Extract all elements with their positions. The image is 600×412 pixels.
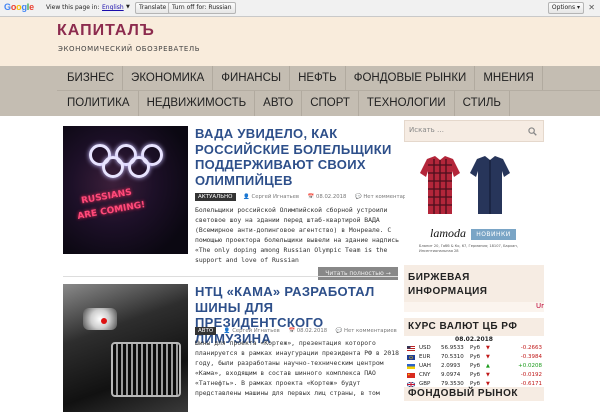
post-excerpt: Болельщики российской Олимпийской сборно…	[195, 206, 399, 264]
category-badge[interactable]: АВТО	[195, 327, 217, 335]
search-input[interactable]: Искать …	[409, 126, 444, 134]
post-meta: АКТУАЛЬНО 👤 Сергей Игнатьев 📅 08.02.2018…	[195, 193, 416, 201]
post-author[interactable]: Сергей Игнатьев	[232, 328, 280, 334]
language-select[interactable]: English	[102, 4, 124, 11]
olympic-rings-image	[89, 144, 169, 184]
nav-item-oil[interactable]: НЕФТЬ	[290, 66, 346, 90]
car-headlight-image	[83, 308, 117, 330]
user-icon: 👤	[243, 194, 250, 200]
turn-off-button[interactable]: Turn off for: Russian	[168, 2, 236, 14]
nav-item-finance[interactable]: ФИНАНСЫ	[213, 66, 291, 90]
sidebar: Искать … lamoda НОВИНКИ Бланит 20, Габб …	[404, 116, 544, 401]
currency-row: EUR 70.5310 Руб ▼ -0.3984	[404, 353, 544, 362]
translate-bar: Google View this page in: English ▼ Tran…	[0, 0, 600, 17]
post-title[interactable]: ВАДА УВИДЕЛО, КАК РОССИЙСКИЕ БОЛЕЛЬЩИКИ …	[195, 126, 400, 188]
car-grille-image	[111, 342, 181, 397]
post-author[interactable]: Сергей Игнатьев	[252, 194, 300, 200]
lamoda-ad-banner[interactable]: lamoda НОВИНКИ Бланит 20, Габб & Ко, 67,…	[405, 147, 535, 265]
currency-row: USD 56.9533 Руб ▼ -0.2663	[404, 344, 544, 353]
google-logo: Google	[4, 2, 34, 12]
user-icon: 👤	[223, 328, 231, 334]
post-date: 08.02.2018	[316, 194, 347, 200]
eu-flag-icon	[407, 355, 415, 360]
nav-item-business[interactable]: БИЗНЕС	[57, 66, 124, 90]
ua-flag-icon	[407, 364, 415, 369]
arrow-down-icon: ▼	[486, 354, 490, 360]
site-title[interactable]: КАПИТАЛЪ	[57, 22, 155, 40]
brand-logo: lamoda	[430, 226, 466, 240]
ticker-text[interactable]: Ur	[536, 302, 544, 310]
options-button[interactable]: Options ▾	[547, 2, 584, 14]
nav-item-real-estate[interactable]: НЕДВИЖИМОСТЬ	[139, 91, 256, 116]
us-flag-icon	[407, 346, 415, 351]
translate-button[interactable]: Translate	[135, 2, 171, 14]
cn-flag-icon	[407, 373, 415, 378]
post-title[interactable]: НТЦ «КАМА» РАЗРАБОТАЛ ШИНЫ ДЛЯ ПРЕЗИДЕНТ…	[195, 284, 400, 346]
widget-title-stock-market: ФОНДОВЫЙ РЫНОК	[404, 387, 544, 401]
close-icon[interactable]: ✕	[588, 3, 595, 12]
post-thumbnail[interactable]	[63, 284, 188, 412]
post-meta: АВТО 👤 Сергей Игнатьев 📅 08.02.2018 💬 Не…	[195, 327, 397, 335]
nav-item-opinions[interactable]: МНЕНИЯ	[475, 66, 543, 90]
post-excerpt: Шины для проекта «Кортеж», презентация к…	[195, 339, 399, 397]
site-header: КАПИТАЛЪ ЭКОНОМИЧЕСКИЙ ОБОЗРЕВАТЕЛЬ	[0, 17, 600, 66]
nav-item-economy[interactable]: ЭКОНОМИКА	[123, 66, 214, 90]
currency-date: 08.02.2018	[455, 336, 493, 343]
post-divider	[63, 276, 398, 277]
calendar-icon: 📅	[307, 194, 315, 200]
calendar-icon: 📅	[288, 328, 296, 334]
currency-row: CNY 9.0974 Руб ▼ -0.0192	[404, 371, 544, 380]
nav-item-style[interactable]: СТИЛЬ	[455, 91, 510, 116]
nav-item-auto[interactable]: АВТО	[255, 91, 303, 116]
ticker-bar: Ur	[404, 302, 544, 312]
nav-item-sport[interactable]: СПОРТ	[302, 91, 359, 116]
nav-row-2: ПОЛИТИКА НЕДВИЖИМОСТЬ АВТО СПОРТ ТЕХНОЛО…	[57, 91, 510, 116]
search-box[interactable]: Искать …	[404, 120, 544, 142]
car-lamp-image	[101, 318, 107, 324]
nav-item-technology[interactable]: ТЕХНОЛОГИИ	[359, 91, 455, 116]
category-badge[interactable]: АКТУАЛЬНО	[195, 193, 236, 201]
ad-fine-print: Бланит 20, Габб & Ко, 67, Германия; 1810…	[419, 244, 518, 253]
arrow-up-icon: ▲	[486, 363, 490, 369]
currency-row: UAH 2.0993 Руб ▲ +0.0208	[404, 362, 544, 371]
comment-icon: 💬	[355, 194, 362, 200]
search-icon[interactable]	[528, 127, 537, 136]
comment-icon: 💬	[335, 328, 343, 334]
nav-item-politics[interactable]: ПОЛИТИКА	[57, 91, 139, 116]
arrow-down-icon: ▼	[486, 345, 490, 351]
nav-item-stock-markets[interactable]: ФОНДОВЫЕ РЫНКИ	[346, 66, 476, 90]
new-arrivals-badge[interactable]: НОВИНКИ	[471, 229, 516, 240]
nav-row-1: БИЗНЕС ЭКОНОМИКА ФИНАНСЫ НЕФТЬ ФОНДОВЫЕ …	[57, 66, 600, 91]
post-date: 08.02.2018	[296, 328, 328, 334]
currency-table: USD 56.9533 Руб ▼ -0.2663 EUR 70.5310 Ру…	[404, 344, 544, 389]
red-shirt-image	[420, 156, 460, 214]
translate-label: View this page in:	[46, 4, 100, 11]
post-thumbnail[interactable]: RUSSIANS ARE COMING!	[63, 126, 188, 254]
widget-title-exchange-info: БИРЖЕВАЯ ИНФОРМАЦИЯ	[404, 265, 544, 302]
widget-title-currency: КУРС ВАЛЮТ ЦБ РФ	[404, 318, 544, 336]
site-description: ЭКОНОМИЧЕСКИЙ ОБОЗРЕВАТЕЛЬ	[58, 45, 201, 53]
blue-shirt-image	[470, 156, 510, 214]
post-comments[interactable]: Нет комментариев	[344, 328, 397, 334]
chevron-down-icon[interactable]: ▼	[126, 4, 130, 10]
arrow-down-icon: ▼	[486, 372, 490, 378]
read-more-button[interactable]: Читать полностью →	[318, 267, 398, 280]
main-nav: БИЗНЕС ЭКОНОМИКА ФИНАНСЫ НЕФТЬ ФОНДОВЫЕ …	[0, 66, 600, 116]
